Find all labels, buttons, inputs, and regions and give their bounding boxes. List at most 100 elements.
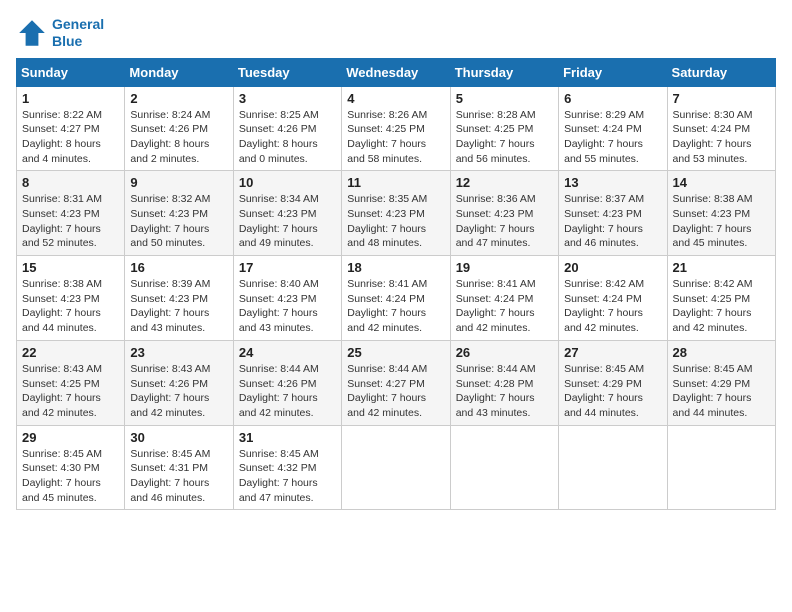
- calendar-cell: 12 Sunrise: 8:36 AM Sunset: 4:23 PM Dayl…: [450, 171, 558, 256]
- day-number: 21: [673, 260, 770, 275]
- calendar-cell: [667, 425, 775, 510]
- calendar-cell: 4 Sunrise: 8:26 AM Sunset: 4:25 PM Dayli…: [342, 86, 450, 171]
- calendar-cell: 22 Sunrise: 8:43 AM Sunset: 4:25 PM Dayl…: [17, 340, 125, 425]
- calendar-cell: 24 Sunrise: 8:44 AM Sunset: 4:26 PM Dayl…: [233, 340, 341, 425]
- calendar-cell: 26 Sunrise: 8:44 AM Sunset: 4:28 PM Dayl…: [450, 340, 558, 425]
- day-number: 1: [22, 91, 119, 106]
- calendar-cell: 16 Sunrise: 8:39 AM Sunset: 4:23 PM Dayl…: [125, 256, 233, 341]
- calendar-table: SundayMondayTuesdayWednesdayThursdayFrid…: [16, 58, 776, 511]
- day-number: 4: [347, 91, 444, 106]
- day-number: 25: [347, 345, 444, 360]
- day-info: Sunrise: 8:43 AM Sunset: 4:26 PM Dayligh…: [130, 362, 227, 421]
- calendar-cell: 17 Sunrise: 8:40 AM Sunset: 4:23 PM Dayl…: [233, 256, 341, 341]
- calendar-cell: 29 Sunrise: 8:45 AM Sunset: 4:30 PM Dayl…: [17, 425, 125, 510]
- day-number: 12: [456, 175, 553, 190]
- weekday-header: Tuesday: [233, 58, 341, 86]
- day-info: Sunrise: 8:41 AM Sunset: 4:24 PM Dayligh…: [456, 277, 553, 336]
- day-info: Sunrise: 8:38 AM Sunset: 4:23 PM Dayligh…: [22, 277, 119, 336]
- calendar-cell: 1 Sunrise: 8:22 AM Sunset: 4:27 PM Dayli…: [17, 86, 125, 171]
- day-number: 15: [22, 260, 119, 275]
- day-info: Sunrise: 8:37 AM Sunset: 4:23 PM Dayligh…: [564, 192, 661, 251]
- calendar-cell: 30 Sunrise: 8:45 AM Sunset: 4:31 PM Dayl…: [125, 425, 233, 510]
- calendar-cell: 20 Sunrise: 8:42 AM Sunset: 4:24 PM Dayl…: [559, 256, 667, 341]
- day-number: 19: [456, 260, 553, 275]
- day-info: Sunrise: 8:36 AM Sunset: 4:23 PM Dayligh…: [456, 192, 553, 251]
- day-number: 20: [564, 260, 661, 275]
- day-number: 29: [22, 430, 119, 445]
- day-number: 22: [22, 345, 119, 360]
- weekday-header: Saturday: [667, 58, 775, 86]
- day-info: Sunrise: 8:43 AM Sunset: 4:25 PM Dayligh…: [22, 362, 119, 421]
- calendar-cell: 10 Sunrise: 8:34 AM Sunset: 4:23 PM Dayl…: [233, 171, 341, 256]
- day-number: 2: [130, 91, 227, 106]
- day-number: 5: [456, 91, 553, 106]
- day-number: 17: [239, 260, 336, 275]
- day-info: Sunrise: 8:24 AM Sunset: 4:26 PM Dayligh…: [130, 108, 227, 167]
- day-number: 9: [130, 175, 227, 190]
- calendar-cell: [450, 425, 558, 510]
- day-info: Sunrise: 8:34 AM Sunset: 4:23 PM Dayligh…: [239, 192, 336, 251]
- logo-text: General Blue: [52, 16, 104, 50]
- day-info: Sunrise: 8:45 AM Sunset: 4:29 PM Dayligh…: [564, 362, 661, 421]
- day-info: Sunrise: 8:35 AM Sunset: 4:23 PM Dayligh…: [347, 192, 444, 251]
- calendar-cell: 3 Sunrise: 8:25 AM Sunset: 4:26 PM Dayli…: [233, 86, 341, 171]
- calendar-cell: 2 Sunrise: 8:24 AM Sunset: 4:26 PM Dayli…: [125, 86, 233, 171]
- day-number: 26: [456, 345, 553, 360]
- calendar-cell: 13 Sunrise: 8:37 AM Sunset: 4:23 PM Dayl…: [559, 171, 667, 256]
- logo-icon: [16, 17, 48, 49]
- day-info: Sunrise: 8:42 AM Sunset: 4:24 PM Dayligh…: [564, 277, 661, 336]
- day-info: Sunrise: 8:42 AM Sunset: 4:25 PM Dayligh…: [673, 277, 770, 336]
- calendar-cell: 6 Sunrise: 8:29 AM Sunset: 4:24 PM Dayli…: [559, 86, 667, 171]
- day-info: Sunrise: 8:41 AM Sunset: 4:24 PM Dayligh…: [347, 277, 444, 336]
- day-info: Sunrise: 8:45 AM Sunset: 4:31 PM Dayligh…: [130, 447, 227, 506]
- calendar-cell: 28 Sunrise: 8:45 AM Sunset: 4:29 PM Dayl…: [667, 340, 775, 425]
- day-info: Sunrise: 8:30 AM Sunset: 4:24 PM Dayligh…: [673, 108, 770, 167]
- day-info: Sunrise: 8:40 AM Sunset: 4:23 PM Dayligh…: [239, 277, 336, 336]
- day-info: Sunrise: 8:44 AM Sunset: 4:27 PM Dayligh…: [347, 362, 444, 421]
- day-info: Sunrise: 8:44 AM Sunset: 4:28 PM Dayligh…: [456, 362, 553, 421]
- day-info: Sunrise: 8:22 AM Sunset: 4:27 PM Dayligh…: [22, 108, 119, 167]
- calendar-cell: 5 Sunrise: 8:28 AM Sunset: 4:25 PM Dayli…: [450, 86, 558, 171]
- day-info: Sunrise: 8:44 AM Sunset: 4:26 PM Dayligh…: [239, 362, 336, 421]
- calendar-cell: [342, 425, 450, 510]
- day-number: 18: [347, 260, 444, 275]
- day-number: 11: [347, 175, 444, 190]
- calendar-cell: 8 Sunrise: 8:31 AM Sunset: 4:23 PM Dayli…: [17, 171, 125, 256]
- day-number: 13: [564, 175, 661, 190]
- day-number: 14: [673, 175, 770, 190]
- calendar-cell: 19 Sunrise: 8:41 AM Sunset: 4:24 PM Dayl…: [450, 256, 558, 341]
- calendar-cell: 31 Sunrise: 8:45 AM Sunset: 4:32 PM Dayl…: [233, 425, 341, 510]
- day-number: 6: [564, 91, 661, 106]
- day-info: Sunrise: 8:45 AM Sunset: 4:29 PM Dayligh…: [673, 362, 770, 421]
- weekday-header: Wednesday: [342, 58, 450, 86]
- calendar-cell: 21 Sunrise: 8:42 AM Sunset: 4:25 PM Dayl…: [667, 256, 775, 341]
- day-number: 7: [673, 91, 770, 106]
- day-info: Sunrise: 8:29 AM Sunset: 4:24 PM Dayligh…: [564, 108, 661, 167]
- logo: General Blue: [16, 16, 104, 50]
- day-info: Sunrise: 8:31 AM Sunset: 4:23 PM Dayligh…: [22, 192, 119, 251]
- calendar-cell: 7 Sunrise: 8:30 AM Sunset: 4:24 PM Dayli…: [667, 86, 775, 171]
- day-info: Sunrise: 8:32 AM Sunset: 4:23 PM Dayligh…: [130, 192, 227, 251]
- day-number: 10: [239, 175, 336, 190]
- calendar-cell: 18 Sunrise: 8:41 AM Sunset: 4:24 PM Dayl…: [342, 256, 450, 341]
- day-number: 27: [564, 345, 661, 360]
- day-info: Sunrise: 8:28 AM Sunset: 4:25 PM Dayligh…: [456, 108, 553, 167]
- day-number: 16: [130, 260, 227, 275]
- day-info: Sunrise: 8:38 AM Sunset: 4:23 PM Dayligh…: [673, 192, 770, 251]
- day-number: 31: [239, 430, 336, 445]
- day-number: 28: [673, 345, 770, 360]
- day-number: 30: [130, 430, 227, 445]
- day-number: 23: [130, 345, 227, 360]
- weekday-header: Sunday: [17, 58, 125, 86]
- weekday-header: Monday: [125, 58, 233, 86]
- calendar-cell: 23 Sunrise: 8:43 AM Sunset: 4:26 PM Dayl…: [125, 340, 233, 425]
- calendar-cell: 14 Sunrise: 8:38 AM Sunset: 4:23 PM Dayl…: [667, 171, 775, 256]
- calendar-cell: 25 Sunrise: 8:44 AM Sunset: 4:27 PM Dayl…: [342, 340, 450, 425]
- day-number: 8: [22, 175, 119, 190]
- day-number: 3: [239, 91, 336, 106]
- day-info: Sunrise: 8:39 AM Sunset: 4:23 PM Dayligh…: [130, 277, 227, 336]
- day-number: 24: [239, 345, 336, 360]
- calendar-cell: 11 Sunrise: 8:35 AM Sunset: 4:23 PM Dayl…: [342, 171, 450, 256]
- calendar-cell: 15 Sunrise: 8:38 AM Sunset: 4:23 PM Dayl…: [17, 256, 125, 341]
- day-info: Sunrise: 8:25 AM Sunset: 4:26 PM Dayligh…: [239, 108, 336, 167]
